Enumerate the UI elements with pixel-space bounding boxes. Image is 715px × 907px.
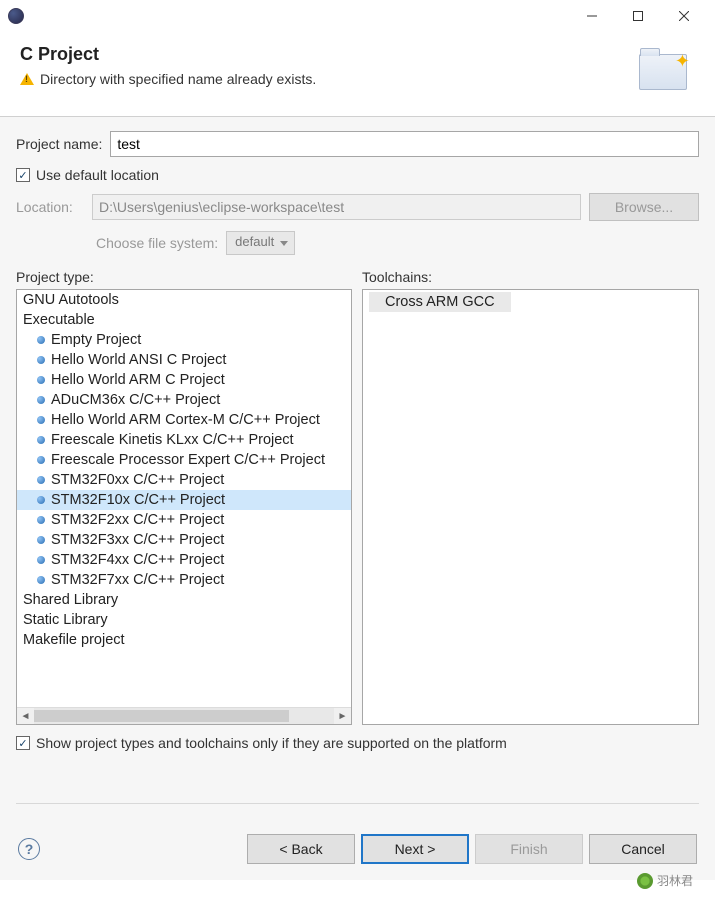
toolchains-label: Toolchains: <box>362 269 699 285</box>
use-default-location-label: Use default location <box>36 167 159 183</box>
project-type-item[interactable]: Hello World ARM C Project <box>17 370 351 390</box>
project-bullet-icon <box>37 536 45 544</box>
project-type-item[interactable]: Freescale Kinetis KLxx C/C++ Project <box>17 430 351 450</box>
project-type-item[interactable]: STM32F7xx C/C++ Project <box>17 570 351 590</box>
page-title: C Project <box>20 44 627 65</box>
wizard-content: Project name: ✓ Use default location Loc… <box>0 117 715 818</box>
show-supported-label: Show project types and toolchains only i… <box>36 735 507 751</box>
scroll-thumb[interactable] <box>34 710 289 722</box>
tree-item-label: STM32F4xx C/C++ Project <box>51 552 224 568</box>
tree-item-label: Freescale Kinetis KLxx C/C++ Project <box>51 432 294 448</box>
project-type-item[interactable]: Makefile project <box>17 630 351 650</box>
project-bullet-icon <box>37 476 45 484</box>
tree-item-label: GNU Autotools <box>23 292 119 308</box>
back-button[interactable]: < Back <box>247 834 355 864</box>
project-type-item[interactable]: STM32F10x C/C++ Project <box>17 490 351 510</box>
scroll-left-icon[interactable]: ◄ <box>17 708 34 725</box>
wizard-footer: ? < Back Next > Finish Cancel <box>0 818 715 880</box>
tree-item-label: Executable <box>23 312 95 328</box>
wizard-header: C Project Directory with specified name … <box>0 32 715 117</box>
project-bullet-icon <box>37 416 45 424</box>
toolchains-list[interactable]: Cross ARM GCC <box>362 289 699 725</box>
toolchain-item[interactable]: Cross ARM GCC <box>369 292 511 312</box>
maximize-button[interactable] <box>615 0 661 32</box>
help-icon[interactable]: ? <box>18 838 40 860</box>
project-type-item[interactable]: STM32F0xx C/C++ Project <box>17 470 351 490</box>
project-bullet-icon <box>37 516 45 524</box>
project-type-item[interactable]: STM32F4xx C/C++ Project <box>17 550 351 570</box>
project-type-item[interactable]: STM32F2xx C/C++ Project <box>17 510 351 530</box>
titlebar[interactable] <box>0 0 715 32</box>
scroll-right-icon[interactable]: ► <box>334 708 351 725</box>
eclipse-icon <box>8 8 24 24</box>
window-controls <box>569 0 707 32</box>
tree-item-label: Static Library <box>23 612 108 628</box>
minimize-button[interactable] <box>569 0 615 32</box>
project-type-item[interactable]: GNU Autotools <box>17 290 351 310</box>
tree-item-label: STM32F0xx C/C++ Project <box>51 472 224 488</box>
next-button[interactable]: Next > <box>361 834 469 864</box>
project-type-item[interactable]: Shared Library <box>17 590 351 610</box>
location-label: Location: <box>16 199 84 215</box>
scroll-track[interactable] <box>34 708 334 724</box>
filesystem-select: default <box>226 231 295 255</box>
warning-message: Directory with specified name already ex… <box>40 71 316 87</box>
tree-item-label: Makefile project <box>23 632 125 648</box>
project-bullet-icon <box>37 376 45 384</box>
project-bullet-icon <box>37 496 45 504</box>
project-bullet-icon <box>37 576 45 584</box>
finish-button: Finish <box>475 834 583 864</box>
project-bullet-icon <box>37 556 45 564</box>
project-type-item[interactable]: Hello World ANSI C Project <box>17 350 351 370</box>
project-bullet-icon <box>37 436 45 444</box>
wizard-banner-icon: ✦ <box>639 44 695 100</box>
tree-item-label: Hello World ARM C Project <box>51 372 225 388</box>
project-bullet-icon <box>37 456 45 464</box>
warning-icon <box>20 73 34 85</box>
tree-item-label: ADuCM36x C/C++ Project <box>51 392 220 408</box>
project-type-item[interactable]: Executable <box>17 310 351 330</box>
horizontal-scrollbar[interactable]: ◄ ► <box>17 707 351 724</box>
tree-item-label: STM32F2xx C/C++ Project <box>51 512 224 528</box>
project-type-item[interactable]: Empty Project <box>17 330 351 350</box>
tree-item-label: STM32F7xx C/C++ Project <box>51 572 224 588</box>
project-type-tree[interactable]: GNU Autotools Executable Empty Project Hell… <box>16 289 352 725</box>
tree-item-label: Freescale Processor Expert C/C++ Project <box>51 452 325 468</box>
project-type-item[interactable]: Hello World ARM Cortex-M C/C++ Project <box>17 410 351 430</box>
tree-item-label: Hello World ANSI C Project <box>51 352 226 368</box>
project-type-item[interactable]: Freescale Processor Expert C/C++ Project <box>17 450 351 470</box>
tree-item-label: STM32F10x C/C++ Project <box>51 492 225 508</box>
project-bullet-icon <box>37 356 45 364</box>
project-name-label: Project name: <box>16 136 102 152</box>
cancel-button[interactable]: Cancel <box>589 834 697 864</box>
project-bullet-icon <box>37 396 45 404</box>
project-type-label: Project type: <box>16 269 352 285</box>
location-input <box>92 194 581 220</box>
use-default-location-checkbox[interactable]: ✓ <box>16 168 30 182</box>
project-type-item[interactable]: STM32F3xx C/C++ Project <box>17 530 351 550</box>
browse-button: Browse... <box>589 193 699 221</box>
project-type-item[interactable]: Static Library <box>17 610 351 630</box>
choose-filesystem-label: Choose file system: <box>96 235 218 251</box>
close-button[interactable] <box>661 0 707 32</box>
tree-item-label: Shared Library <box>23 592 118 608</box>
project-bullet-icon <box>37 336 45 344</box>
project-type-item[interactable]: ADuCM36x C/C++ Project <box>17 390 351 410</box>
show-supported-checkbox[interactable]: ✓ <box>16 736 30 750</box>
tree-item-label: Hello World ARM Cortex-M C/C++ Project <box>51 412 320 428</box>
project-name-input[interactable] <box>110 131 699 157</box>
tree-item-label: STM32F3xx C/C++ Project <box>51 532 224 548</box>
tree-item-label: Empty Project <box>51 332 141 348</box>
